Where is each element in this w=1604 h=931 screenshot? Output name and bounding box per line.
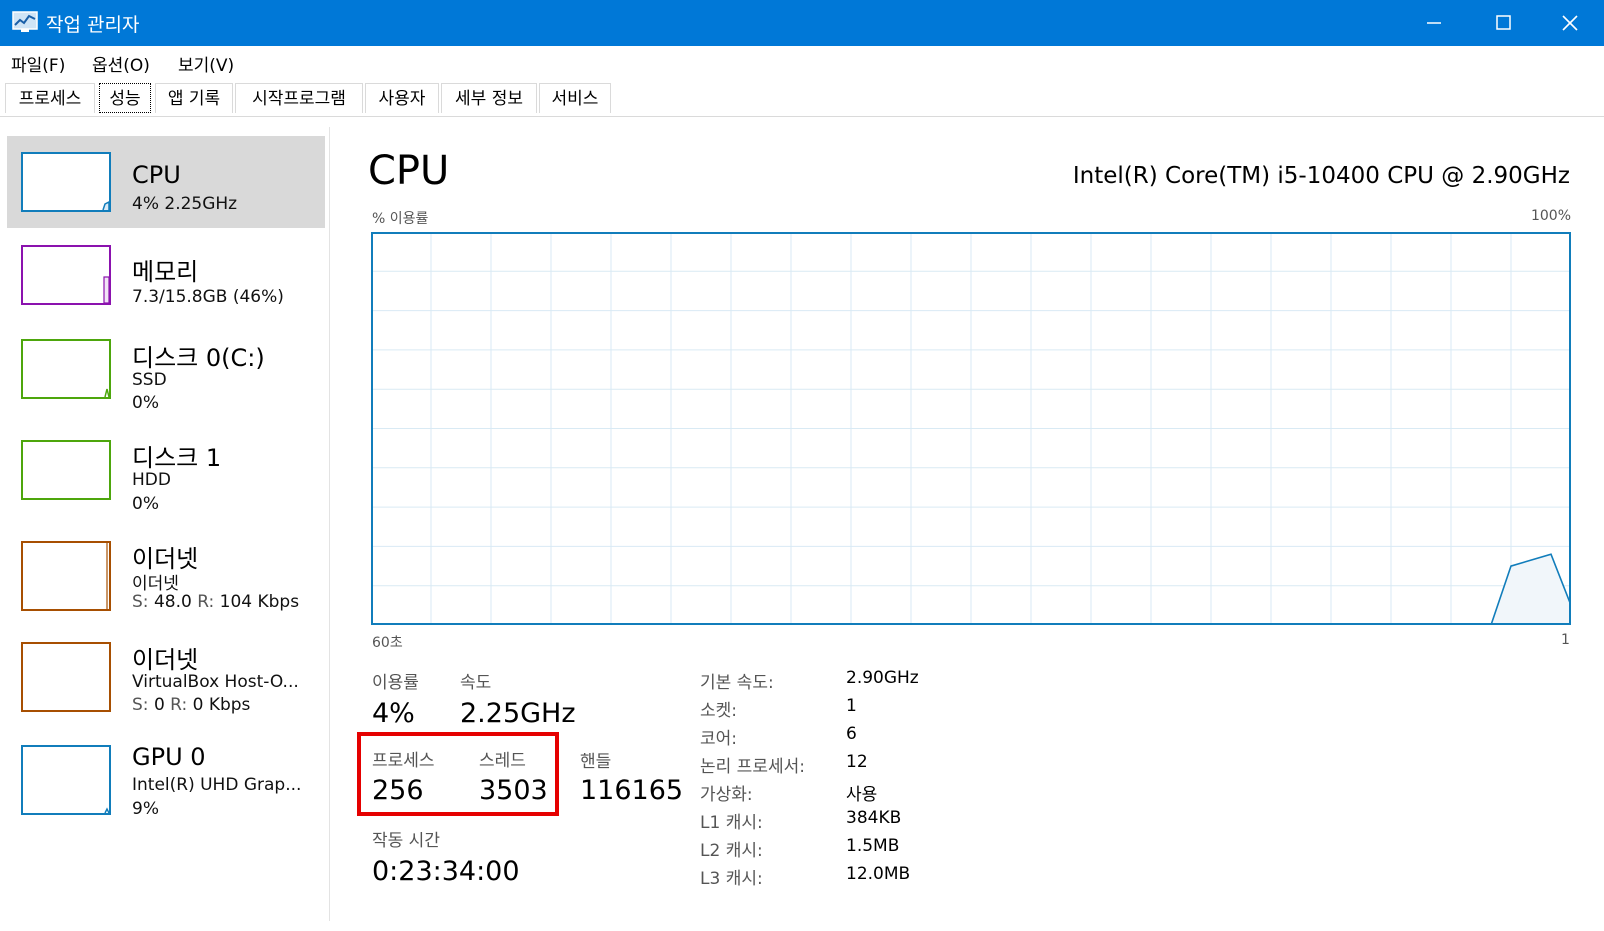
minimize-icon	[1427, 22, 1441, 24]
info-value-sockets: 1	[846, 696, 857, 716]
sidebar-item-title: 이더넷	[132, 646, 199, 674]
tab-app-history[interactable]: 앱 기록	[155, 83, 233, 113]
sidebar-item-detail: 0%	[132, 393, 159, 413]
maximize-button[interactable]	[1468, 0, 1538, 46]
ethernet-thumbnail-graph	[21, 541, 111, 611]
handle-value: 116165	[580, 775, 684, 806]
info-value-logical-processors: 12	[846, 752, 868, 772]
x-axis-left-label: 60초	[372, 635, 403, 651]
x-axis-right-label: 1	[1561, 632, 1570, 648]
sidebar-item-subtitle: VirtualBox Host-O...	[132, 672, 299, 692]
info-label-cores: 코어:	[700, 729, 738, 749]
info-value-l2-cache: 1.5MB	[846, 836, 900, 856]
info-value-base-speed: 2.90GHz	[846, 668, 919, 688]
sidebar-item-gpu-0[interactable]: GPU 0 Intel(R) UHD Grap... 9%	[7, 729, 325, 821]
utilization-label: 이용률	[372, 673, 419, 693]
sidebar-item-title: 디스크 0(C:)	[132, 344, 265, 372]
sidebar-item-disk-1[interactable]: 디스크 1 HDD 0%	[7, 424, 325, 516]
process-label: 프로세스	[372, 751, 435, 771]
sidebar-item-subtitle: Intel(R) UHD Grap...	[132, 775, 302, 795]
close-icon	[1562, 15, 1578, 31]
disk-1-thumbnail-graph	[21, 440, 111, 500]
task-manager-icon	[12, 11, 38, 32]
cpu-usage-graph	[371, 232, 1571, 625]
sidebar-item-detail: 9%	[132, 799, 159, 819]
info-value-l3-cache: 12.0MB	[846, 864, 911, 884]
minimize-button[interactable]	[1398, 0, 1468, 46]
uptime-label: 작동 시간	[372, 831, 440, 851]
info-label-l2-cache: L2 캐시:	[700, 841, 763, 861]
sidebar-divider	[329, 127, 330, 921]
info-label-sockets: 소켓:	[700, 701, 738, 721]
page-title: CPU	[368, 148, 450, 194]
sidebar-item-subtitle: 7.3/15.8GB (46%)	[132, 287, 284, 307]
cpu-thumbnail-graph	[21, 152, 111, 212]
info-label-virtualization: 가상화:	[700, 785, 753, 805]
info-value-l1-cache: 384KB	[846, 808, 902, 828]
info-label-l3-cache: L3 캐시:	[700, 869, 763, 889]
sidebar-item-title: GPU 0	[132, 743, 206, 771]
sidebar-item-disk-0[interactable]: 디스크 0(C:) SSD 0%	[7, 323, 325, 415]
sidebar-item-title: 메모리	[132, 258, 199, 286]
y-axis-max-label: 100%	[1530, 208, 1571, 224]
thread-value: 3503	[479, 775, 548, 806]
tab-users[interactable]: 사용자	[365, 83, 439, 113]
sidebar-item-ethernet[interactable]: 이더넷 이더넷 S: 48.0 R: 104 Kbps	[7, 525, 325, 617]
tab-performance[interactable]: 성능	[99, 83, 151, 113]
disk-0-thumbnail-graph	[21, 339, 111, 399]
sidebar-item-subtitle: 이더넷	[132, 574, 179, 594]
speed-value: 2.25GHz	[460, 698, 576, 729]
sidebar-item-subtitle: 4% 2.25GHz	[132, 194, 238, 214]
handle-label: 핸들	[580, 752, 612, 772]
y-axis-label: % 이용률	[372, 211, 429, 227]
sidebar-item-cpu[interactable]: CPU 4% 2.25GHz	[7, 136, 325, 228]
sidebar-item-title: CPU	[132, 161, 181, 189]
menu-bar: 파일(F) 옵션(O) 보기(V)	[0, 46, 1604, 76]
menu-view[interactable]: 보기(V)	[178, 51, 234, 76]
tab-services[interactable]: 서비스	[539, 83, 611, 113]
memory-thumbnail-graph	[21, 245, 111, 305]
sidebar-item-detail: 0%	[132, 494, 159, 514]
ethernet-virtualbox-thumbnail-graph	[21, 642, 111, 712]
process-value: 256	[372, 775, 424, 806]
sidebar-item-ethernet-virtualbox[interactable]: 이더넷 VirtualBox Host-O... S: 0 R: 0 Kbps	[7, 626, 325, 718]
sidebar-item-subtitle: SSD	[132, 370, 167, 390]
uptime-value: 0:23:34:00	[372, 856, 520, 887]
title-bar: 작업 관리자	[0, 0, 1604, 46]
info-value-cores: 6	[846, 724, 857, 744]
tab-bar: 프로세스 성능 앱 기록 시작프로그램 사용자 세부 정보 서비스	[0, 80, 1604, 117]
tab-details[interactable]: 세부 정보	[441, 83, 537, 113]
info-value-virtualization: 사용	[846, 785, 878, 805]
cpu-model-name: Intel(R) Core(TM) i5-10400 CPU @ 2.90GHz	[1072, 163, 1570, 189]
speed-label: 속도	[460, 673, 492, 693]
info-label-logical-processors: 논리 프로세서:	[700, 757, 805, 777]
thread-label: 스레드	[479, 751, 526, 771]
sidebar-item-detail: S: 0 R: 0 Kbps	[132, 695, 251, 715]
utilization-value: 4%	[372, 698, 415, 729]
window-title: 작업 관리자	[46, 14, 140, 36]
menu-file[interactable]: 파일(F)	[11, 51, 65, 76]
resource-sidebar: CPU 4% 2.25GHz 메모리 7.3/15.8GB (46%) 디스크 …	[0, 117, 330, 931]
sidebar-item-subtitle: HDD	[132, 470, 171, 490]
maximize-icon	[1496, 15, 1511, 30]
close-button[interactable]	[1534, 0, 1604, 46]
info-label-l1-cache: L1 캐시:	[700, 813, 763, 833]
tab-startup[interactable]: 시작프로그램	[235, 83, 363, 113]
sidebar-item-title: 디스크 1	[132, 444, 222, 472]
gpu-thumbnail-graph	[21, 745, 111, 815]
menu-options[interactable]: 옵션(O)	[92, 51, 150, 76]
info-label-base-speed: 기본 속도:	[700, 673, 774, 693]
sidebar-item-detail: S: 48.0 R: 104 Kbps	[132, 592, 300, 612]
sidebar-item-memory[interactable]: 메모리 7.3/15.8GB (46%)	[7, 229, 325, 321]
tab-processes[interactable]: 프로세스	[5, 83, 95, 113]
